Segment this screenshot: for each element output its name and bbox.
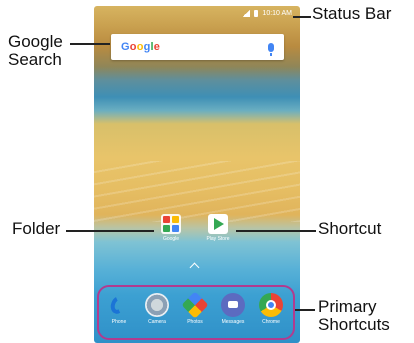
google-search-bar[interactable]: Google	[111, 34, 284, 60]
callout-primary-shortcuts: Primary Shortcuts	[318, 298, 390, 334]
signal-icon	[242, 9, 251, 17]
play-store-shortcut[interactable]: Play Store	[204, 214, 232, 242]
dock-item-camera[interactable]: Camera	[140, 293, 174, 325]
dock-item-phone[interactable]: Phone	[102, 293, 136, 325]
leader-google-search	[70, 43, 110, 45]
callout-google-search: Google Search	[8, 33, 63, 69]
photos-icon	[181, 291, 209, 319]
google-logo: Google	[121, 41, 161, 53]
dock-label: Photos	[187, 319, 203, 325]
callout-google-line1: Google	[8, 32, 63, 51]
google-folder[interactable]: Google	[157, 214, 185, 242]
status-bar: 10:10 AM	[94, 6, 300, 20]
dock-label: Camera	[148, 319, 166, 325]
dock-label: Messages	[221, 319, 245, 325]
callout-primary-line2: Shortcuts	[318, 314, 390, 334]
leader-status-bar	[293, 16, 311, 18]
dock-item-messages[interactable]: Messages	[216, 293, 250, 325]
leader-primary-shortcuts	[295, 309, 315, 311]
dock-item-chrome[interactable]: Chrome	[254, 293, 288, 325]
callout-folder: Folder	[12, 219, 61, 238]
dock-item-photos[interactable]: Photos	[178, 291, 212, 325]
folder-icon	[161, 214, 181, 234]
callout-primary-line1: Primary	[318, 297, 377, 316]
leader-folder	[66, 230, 154, 232]
callout-shortcut: Shortcut	[318, 219, 382, 238]
play-store-label: Play Store	[206, 236, 230, 242]
dock-label: Phone	[111, 319, 127, 325]
play-store-icon	[208, 214, 228, 234]
phone-icon	[107, 293, 131, 317]
callout-google-line2: Search	[8, 49, 62, 69]
callout-status-bar: Status Bar	[312, 4, 392, 23]
dock-label: Chrome	[262, 319, 280, 325]
camera-icon	[145, 293, 169, 317]
messages-icon	[221, 293, 245, 317]
leader-shortcut	[236, 230, 316, 232]
chevron-up-icon[interactable]	[189, 262, 200, 273]
primary-shortcuts-dock: Phone Camera Photos Messages Chrome	[100, 289, 290, 341]
chrome-icon	[259, 293, 283, 317]
status-time: 10:10 AM	[262, 9, 292, 17]
folder-label: Google	[162, 236, 180, 242]
mic-icon[interactable]	[268, 42, 274, 56]
battery-icon	[254, 9, 259, 17]
